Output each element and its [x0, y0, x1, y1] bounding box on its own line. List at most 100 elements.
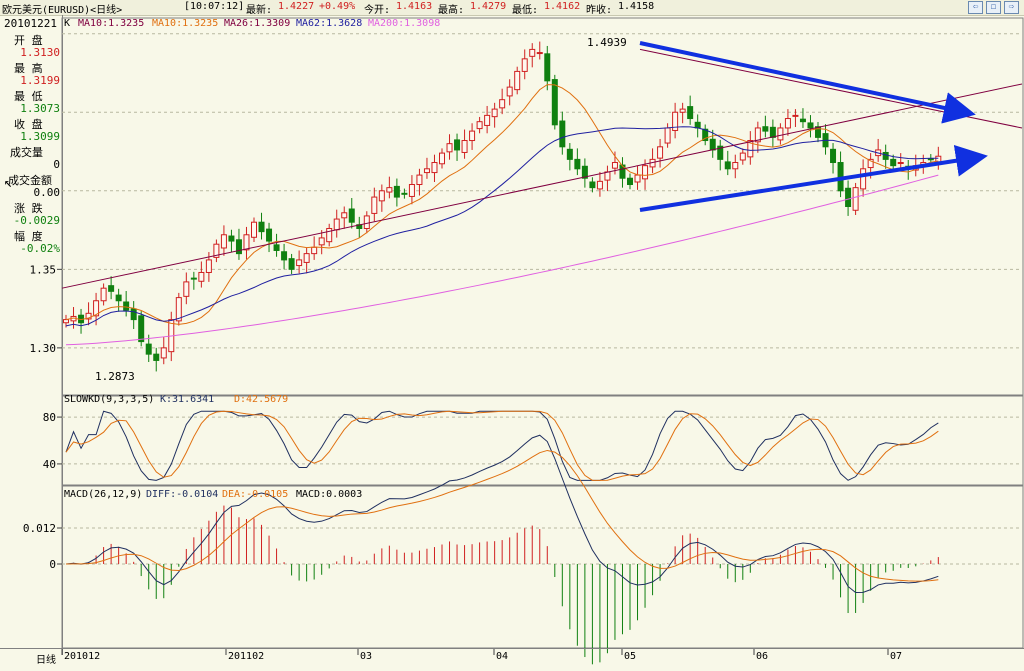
lower-triangle-line [639, 144, 988, 212]
chart-canvas[interactable]: 1.30 1.35 40 80 0 0.012 K MA10:1.3235 MA10:1.… [0, 0, 1024, 670]
candle-body [657, 146, 664, 159]
candle-body [514, 70, 521, 91]
peak-annotation: 1.4939 [587, 36, 627, 49]
candle-body [408, 184, 415, 197]
y-tick-label: 1.30 [30, 342, 57, 355]
macd-dea-value: DEA:-0.0105 [222, 489, 288, 500]
candle-body [416, 174, 423, 186]
panel-border [61, 395, 1024, 486]
macd-hist-value: MACD:0.0003 [296, 489, 362, 500]
candle-body [288, 258, 295, 270]
panel-border [61, 485, 1024, 649]
candle-body [627, 177, 633, 186]
candle-body [596, 180, 603, 190]
candle-body [469, 130, 476, 142]
legend-ma62: MA62:1.3628 [296, 18, 362, 29]
candle-body [378, 190, 385, 202]
candle-body [559, 120, 566, 148]
x-tick-label: 201102 [228, 651, 265, 662]
legend-k: K [64, 18, 70, 29]
candle-body [724, 161, 731, 170]
x-tick-label: 04 [496, 651, 509, 662]
x-tick-label: 05 [624, 651, 637, 662]
period-label: 日线 [36, 655, 56, 666]
candle-body [506, 86, 513, 97]
candle-body [739, 152, 746, 161]
legend-ma26: MA26:1.3309 [224, 18, 290, 29]
candle-body [446, 143, 453, 153]
candle-body [529, 48, 536, 57]
candle-body [386, 187, 393, 193]
time-axis: 日线 201012 201102 03 04 05 06 07 [0, 648, 1024, 671]
candle-body [732, 162, 739, 170]
ma10-line [65, 84, 939, 325]
candle-body [521, 58, 528, 72]
candle-body [589, 181, 596, 189]
candle-body [145, 343, 152, 355]
candle-body [634, 174, 641, 183]
candle-body [852, 187, 859, 211]
candle-body [461, 140, 468, 153]
candle-body [882, 151, 889, 160]
candle-body [266, 228, 273, 242]
candle-body [183, 281, 190, 297]
candle-body [63, 319, 69, 324]
x-tick-label: 201012 [64, 651, 101, 662]
candle-body [566, 148, 573, 160]
candle-body [687, 106, 694, 120]
candle-body [709, 138, 716, 151]
macd-name: MACD(26,12,9) [64, 489, 142, 500]
candle-body [551, 79, 558, 126]
candle-body [130, 308, 137, 321]
candle-body [664, 127, 671, 144]
x-tick-label: 03 [360, 651, 373, 662]
candle-body [927, 158, 934, 161]
candle-body [341, 212, 348, 219]
candle-body [642, 165, 649, 180]
candle-body [296, 259, 303, 267]
candle-body [318, 237, 325, 246]
upper-triangle-line [639, 41, 976, 124]
candle-body [281, 251, 288, 261]
candle-body [439, 152, 445, 165]
x-tick-label: 06 [756, 651, 769, 662]
candle-body [830, 148, 837, 164]
candle-body [401, 192, 408, 195]
candle-body [235, 239, 242, 255]
candle-body [243, 234, 250, 251]
candle-body [536, 52, 543, 55]
candle-body [220, 234, 227, 249]
macd-diff-value: DIFF:-0.0104 [146, 489, 218, 500]
candle-body [860, 168, 867, 190]
y-tick-label: 0.012 [23, 522, 56, 535]
candle-body [198, 271, 205, 282]
candle-body [574, 158, 581, 170]
candle-body [273, 244, 280, 251]
candle-body [333, 218, 340, 231]
candle-body [611, 162, 618, 169]
candle-body [604, 171, 611, 181]
candle-body [160, 347, 167, 359]
candle-body [108, 285, 115, 292]
kd-d-value: D:42.5679 [234, 394, 288, 405]
candle-body [897, 162, 904, 165]
candle-body [769, 126, 776, 138]
candle-body [348, 208, 355, 223]
candle-body [491, 108, 498, 118]
candle-body [228, 235, 235, 242]
candle-body [258, 221, 265, 233]
candle-body [544, 53, 551, 82]
candle-body [153, 353, 160, 361]
legend-ma200: MA200:1.3098 [368, 18, 440, 29]
diff-line [65, 434, 939, 594]
candle-body [694, 121, 701, 129]
candle-body [784, 118, 791, 129]
macd-panel [65, 434, 939, 665]
candle-body [138, 315, 145, 343]
candle-body [100, 287, 107, 302]
y-tick-label: 80 [43, 411, 56, 424]
candle-body [363, 215, 370, 229]
candle-body [303, 253, 310, 263]
long-trendline [61, 83, 1023, 289]
candle-body [799, 118, 806, 123]
